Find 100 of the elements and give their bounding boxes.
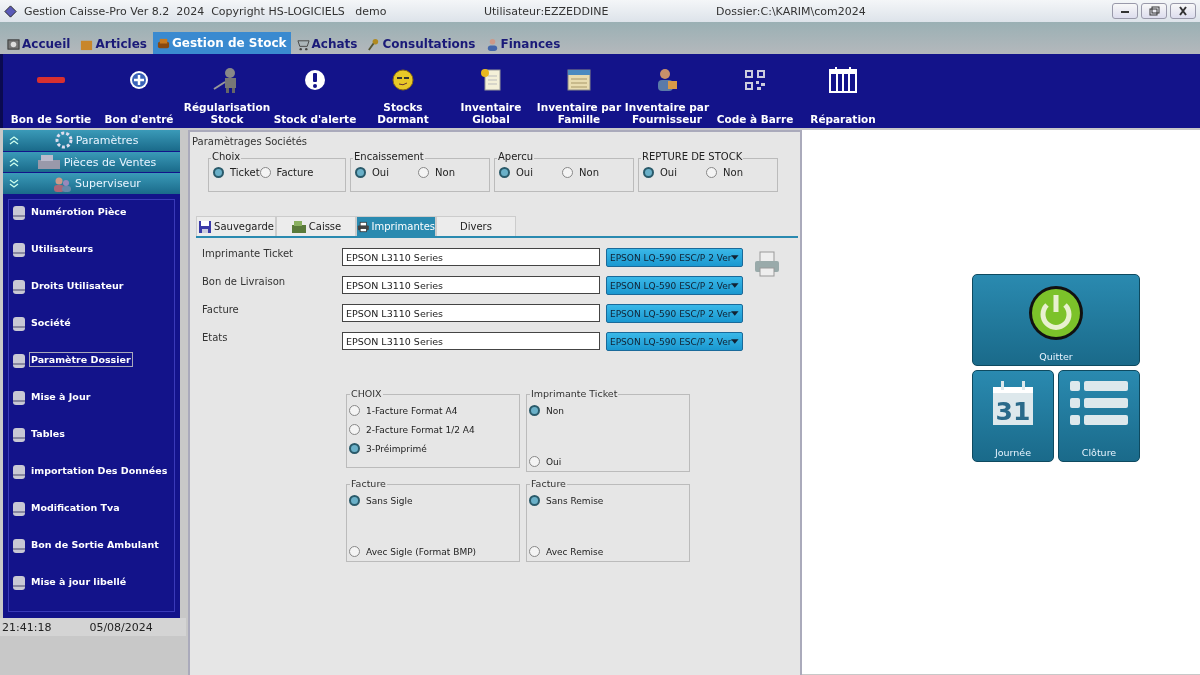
sidebar-item[interactable]: Mise à jour libellé bbox=[29, 574, 129, 589]
window-icon bbox=[567, 69, 591, 92]
radio-option[interactable]: Sans Sigle bbox=[349, 495, 519, 506]
toolbar-button[interactable]: Stocks Dormant bbox=[359, 54, 447, 128]
sidebar-section[interactable]: Superviseur bbox=[3, 173, 180, 194]
sidebar-section[interactable]: Paramètres bbox=[3, 130, 180, 151]
menu-tab[interactable]: Gestion de Stock bbox=[153, 32, 291, 54]
list-icon bbox=[1070, 381, 1128, 425]
menu-tab[interactable]: Accueil bbox=[3, 34, 75, 54]
radio-option[interactable]: Oui bbox=[643, 167, 677, 178]
tab[interactable]: Caisse bbox=[276, 216, 356, 236]
radio-option[interactable]: Avec Sigle (Format BMP) bbox=[349, 546, 519, 557]
sidebar-item[interactable]: Droits Utilisateur bbox=[29, 278, 126, 293]
caret-icon bbox=[731, 283, 739, 288]
printer-field[interactable]: EPSON L3110 Series bbox=[342, 276, 600, 294]
cart-icon bbox=[296, 37, 310, 51]
cash-register-icon bbox=[36, 154, 61, 170]
close-button[interactable] bbox=[1170, 3, 1196, 19]
radio-option[interactable]: Non bbox=[562, 167, 599, 178]
sidebar-item[interactable]: Numérotion Pièce bbox=[29, 204, 129, 219]
printer-icon bbox=[357, 219, 370, 234]
sidebar-item[interactable]: Modification Tva bbox=[29, 500, 122, 515]
sidebar-item[interactable]: Bon de Sortie Ambulant bbox=[29, 537, 161, 552]
radio-option[interactable]: Non bbox=[529, 405, 689, 416]
radio-option[interactable]: Sans Remise bbox=[529, 495, 689, 506]
toolbar-button[interactable]: Inventaire par Fournisseur bbox=[623, 54, 711, 128]
database-icon bbox=[13, 206, 25, 220]
radio-option[interactable]: Oui bbox=[529, 456, 689, 467]
menu-tab[interactable]: Achats bbox=[292, 34, 362, 54]
plus-icon bbox=[129, 70, 149, 91]
caret-icon bbox=[731, 255, 739, 260]
field-label: Etats bbox=[201, 332, 229, 343]
toolbar-button[interactable]: Réparation bbox=[799, 54, 887, 128]
caret-icon bbox=[731, 311, 739, 316]
toolbar-button[interactable]: Inventaire Global bbox=[447, 54, 535, 128]
field-label: Bon de Livraison bbox=[201, 276, 287, 287]
tab[interactable]: Sauvegarde bbox=[196, 216, 276, 236]
database-icon bbox=[13, 354, 25, 368]
radio-option[interactable]: Facture bbox=[259, 167, 314, 178]
key-icon bbox=[367, 37, 381, 51]
sidebar-section[interactable]: Pièces de Ventes bbox=[3, 151, 180, 173]
printer-field[interactable]: EPSON L3110 Series bbox=[342, 248, 600, 266]
sidebar-item[interactable]: Utilisateurs bbox=[29, 241, 96, 256]
database-icon bbox=[13, 428, 25, 442]
radio-option[interactable]: Avec Remise bbox=[529, 546, 689, 557]
toolbar-button[interactable]: Inventaire par Famille bbox=[535, 54, 623, 128]
toolbar-button[interactable]: Stock d'alerte bbox=[271, 54, 359, 128]
toolbar-button[interactable]: Régularisation Stock bbox=[183, 54, 271, 128]
driver-dropdown[interactable]: EPSON LQ-590 ESC/P 2 Ver bbox=[606, 248, 743, 267]
group-legend: Apercu bbox=[497, 151, 535, 162]
minimize-button[interactable] bbox=[1112, 3, 1138, 19]
tile-button[interactable]: Clôture bbox=[1058, 370, 1140, 462]
status-time: 21:41:18 bbox=[2, 620, 52, 634]
radio-option[interactable]: Oui bbox=[355, 167, 389, 178]
radio-option[interactable]: Non bbox=[418, 167, 455, 178]
qr-code-icon bbox=[744, 69, 766, 92]
sofa-icon bbox=[157, 36, 170, 50]
floppy-icon bbox=[198, 219, 213, 234]
tab[interactable]: Imprimantes bbox=[356, 216, 436, 236]
tile-button[interactable]: Quitter bbox=[972, 274, 1140, 366]
tile-button[interactable]: 31 Journée bbox=[972, 370, 1054, 462]
sidebar-item[interactable]: Tables bbox=[29, 426, 67, 441]
driver-dropdown[interactable]: EPSON LQ-590 ESC/P 2 Ver bbox=[606, 304, 743, 323]
app-icon bbox=[3, 3, 18, 19]
menu-tab[interactable]: Consultations bbox=[363, 34, 480, 54]
power-icon bbox=[1028, 285, 1084, 341]
printer-field[interactable]: EPSON L3110 Series bbox=[342, 304, 600, 322]
menu-tab[interactable]: Articles bbox=[76, 34, 151, 54]
sidebar-item[interactable]: Mise à Jour bbox=[29, 389, 93, 404]
driver-dropdown[interactable]: EPSON LQ-590 ESC/P 2 Ver bbox=[606, 276, 743, 295]
radio-option[interactable]: 1-Facture Format A4 bbox=[349, 405, 519, 416]
section-label: Superviseur bbox=[75, 177, 141, 191]
restore-button[interactable] bbox=[1141, 3, 1167, 19]
radio-option[interactable]: Non bbox=[706, 167, 743, 178]
toolbar-button[interactable]: Bon d'entré bbox=[95, 54, 183, 128]
radio-option[interactable]: Oui bbox=[499, 167, 533, 178]
menu-tab[interactable]: Finances bbox=[481, 34, 565, 54]
radio-option[interactable]: 3-Préimprimé bbox=[349, 443, 519, 454]
database-icon bbox=[13, 502, 25, 516]
person-icon bbox=[655, 68, 679, 93]
status-date: 05/08/2024 bbox=[89, 620, 153, 634]
group-legend: CHOIX bbox=[350, 388, 383, 399]
radio-option[interactable]: 2-Facture Format 1/2 A4 bbox=[349, 424, 519, 435]
sidebar-item[interactable]: Société bbox=[29, 315, 73, 330]
cash-register-icon bbox=[290, 219, 307, 234]
driver-dropdown[interactable]: EPSON LQ-590 ESC/P 2 Ver bbox=[606, 332, 743, 351]
person-icon bbox=[485, 37, 499, 51]
sidebar-item[interactable]: importation Des Données bbox=[29, 463, 170, 478]
radio-option[interactable]: Ticket bbox=[213, 167, 260, 178]
toolbar-button[interactable]: Bon de Sortie bbox=[7, 54, 95, 128]
tab[interactable]: Divers bbox=[436, 216, 516, 236]
sidebar-item[interactable]: Paramètre Dossier bbox=[29, 352, 133, 367]
toolbar-button[interactable]: Code à Barre bbox=[711, 54, 799, 128]
users-icon bbox=[52, 175, 73, 192]
database-icon bbox=[13, 280, 25, 294]
group-legend: Facture bbox=[530, 478, 567, 489]
calendar-icon bbox=[829, 67, 857, 94]
group-legend: Encaissement bbox=[353, 151, 425, 162]
printer-field[interactable]: EPSON L3110 Series bbox=[342, 332, 600, 350]
caret-icon bbox=[731, 339, 739, 344]
